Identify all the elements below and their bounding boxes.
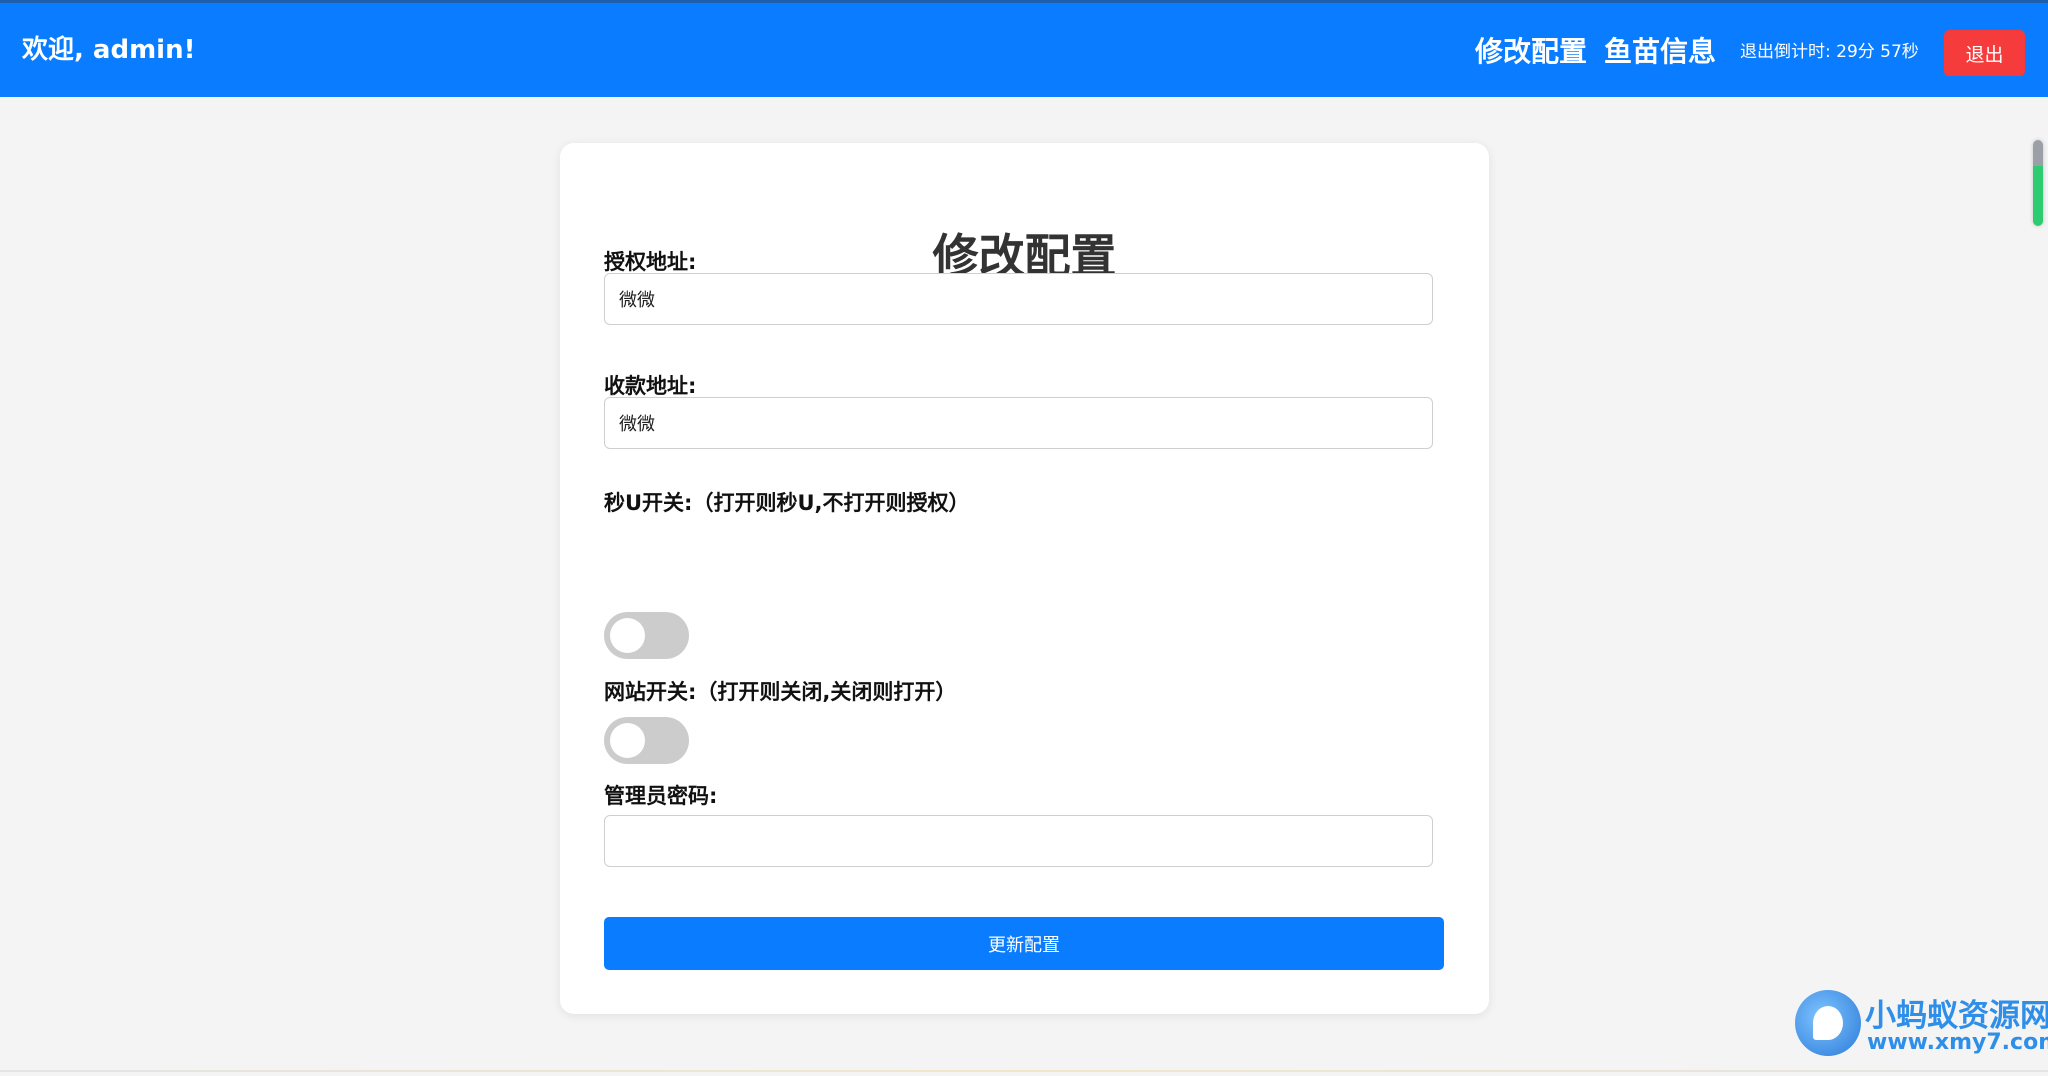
toggle-knob: [610, 618, 645, 653]
admin-password-input[interactable]: [604, 815, 1433, 867]
auth-address-label: 授权地址:: [604, 250, 697, 274]
auth-address-input[interactable]: [604, 273, 1433, 325]
watermark: 小蚂蚁资源网 www.xmy7.com: [1795, 988, 2048, 1060]
update-config-button[interactable]: 更新配置: [604, 917, 1444, 970]
nav-link-fry-info[interactable]: 鱼苗信息: [1604, 30, 1716, 70]
watermark-url: www.xmy7.com: [1867, 1030, 2048, 1055]
bottom-divider: [0, 1070, 2048, 1072]
welcome-text: 欢迎, admin!: [22, 35, 196, 65]
logout-countdown: 退出倒计时: 29分 57秒: [1740, 42, 1919, 62]
site-toggle[interactable]: [604, 717, 689, 764]
scrollbar[interactable]: [2033, 140, 2043, 226]
watermark-title: 小蚂蚁资源网: [1865, 998, 2048, 1034]
logout-button[interactable]: 退出: [1944, 30, 2025, 76]
ant-logo-icon: [1795, 990, 1861, 1056]
instant-u-switch-label: 秒U开关:（打开则秒U,不打开则授权）: [604, 491, 970, 515]
nav-link-config[interactable]: 修改配置: [1475, 30, 1587, 70]
top-navbar: 欢迎, admin! 修改配置 鱼苗信息 退出倒计时: 29分 57秒 退出: [0, 0, 2048, 97]
site-switch-label: 网站开关:（打开则关闭,关闭则打开）: [604, 680, 957, 704]
payment-address-label: 收款地址:: [604, 374, 697, 398]
config-form-card: 修改配置 授权地址: 收款地址: 秒U开关:（打开则秒U,不打开则授权） 网站开…: [560, 143, 1489, 1014]
payment-address-input[interactable]: [604, 397, 1433, 449]
instant-u-toggle[interactable]: [604, 612, 689, 659]
admin-password-label: 管理员密码:: [604, 784, 718, 808]
toggle-knob: [610, 723, 645, 758]
